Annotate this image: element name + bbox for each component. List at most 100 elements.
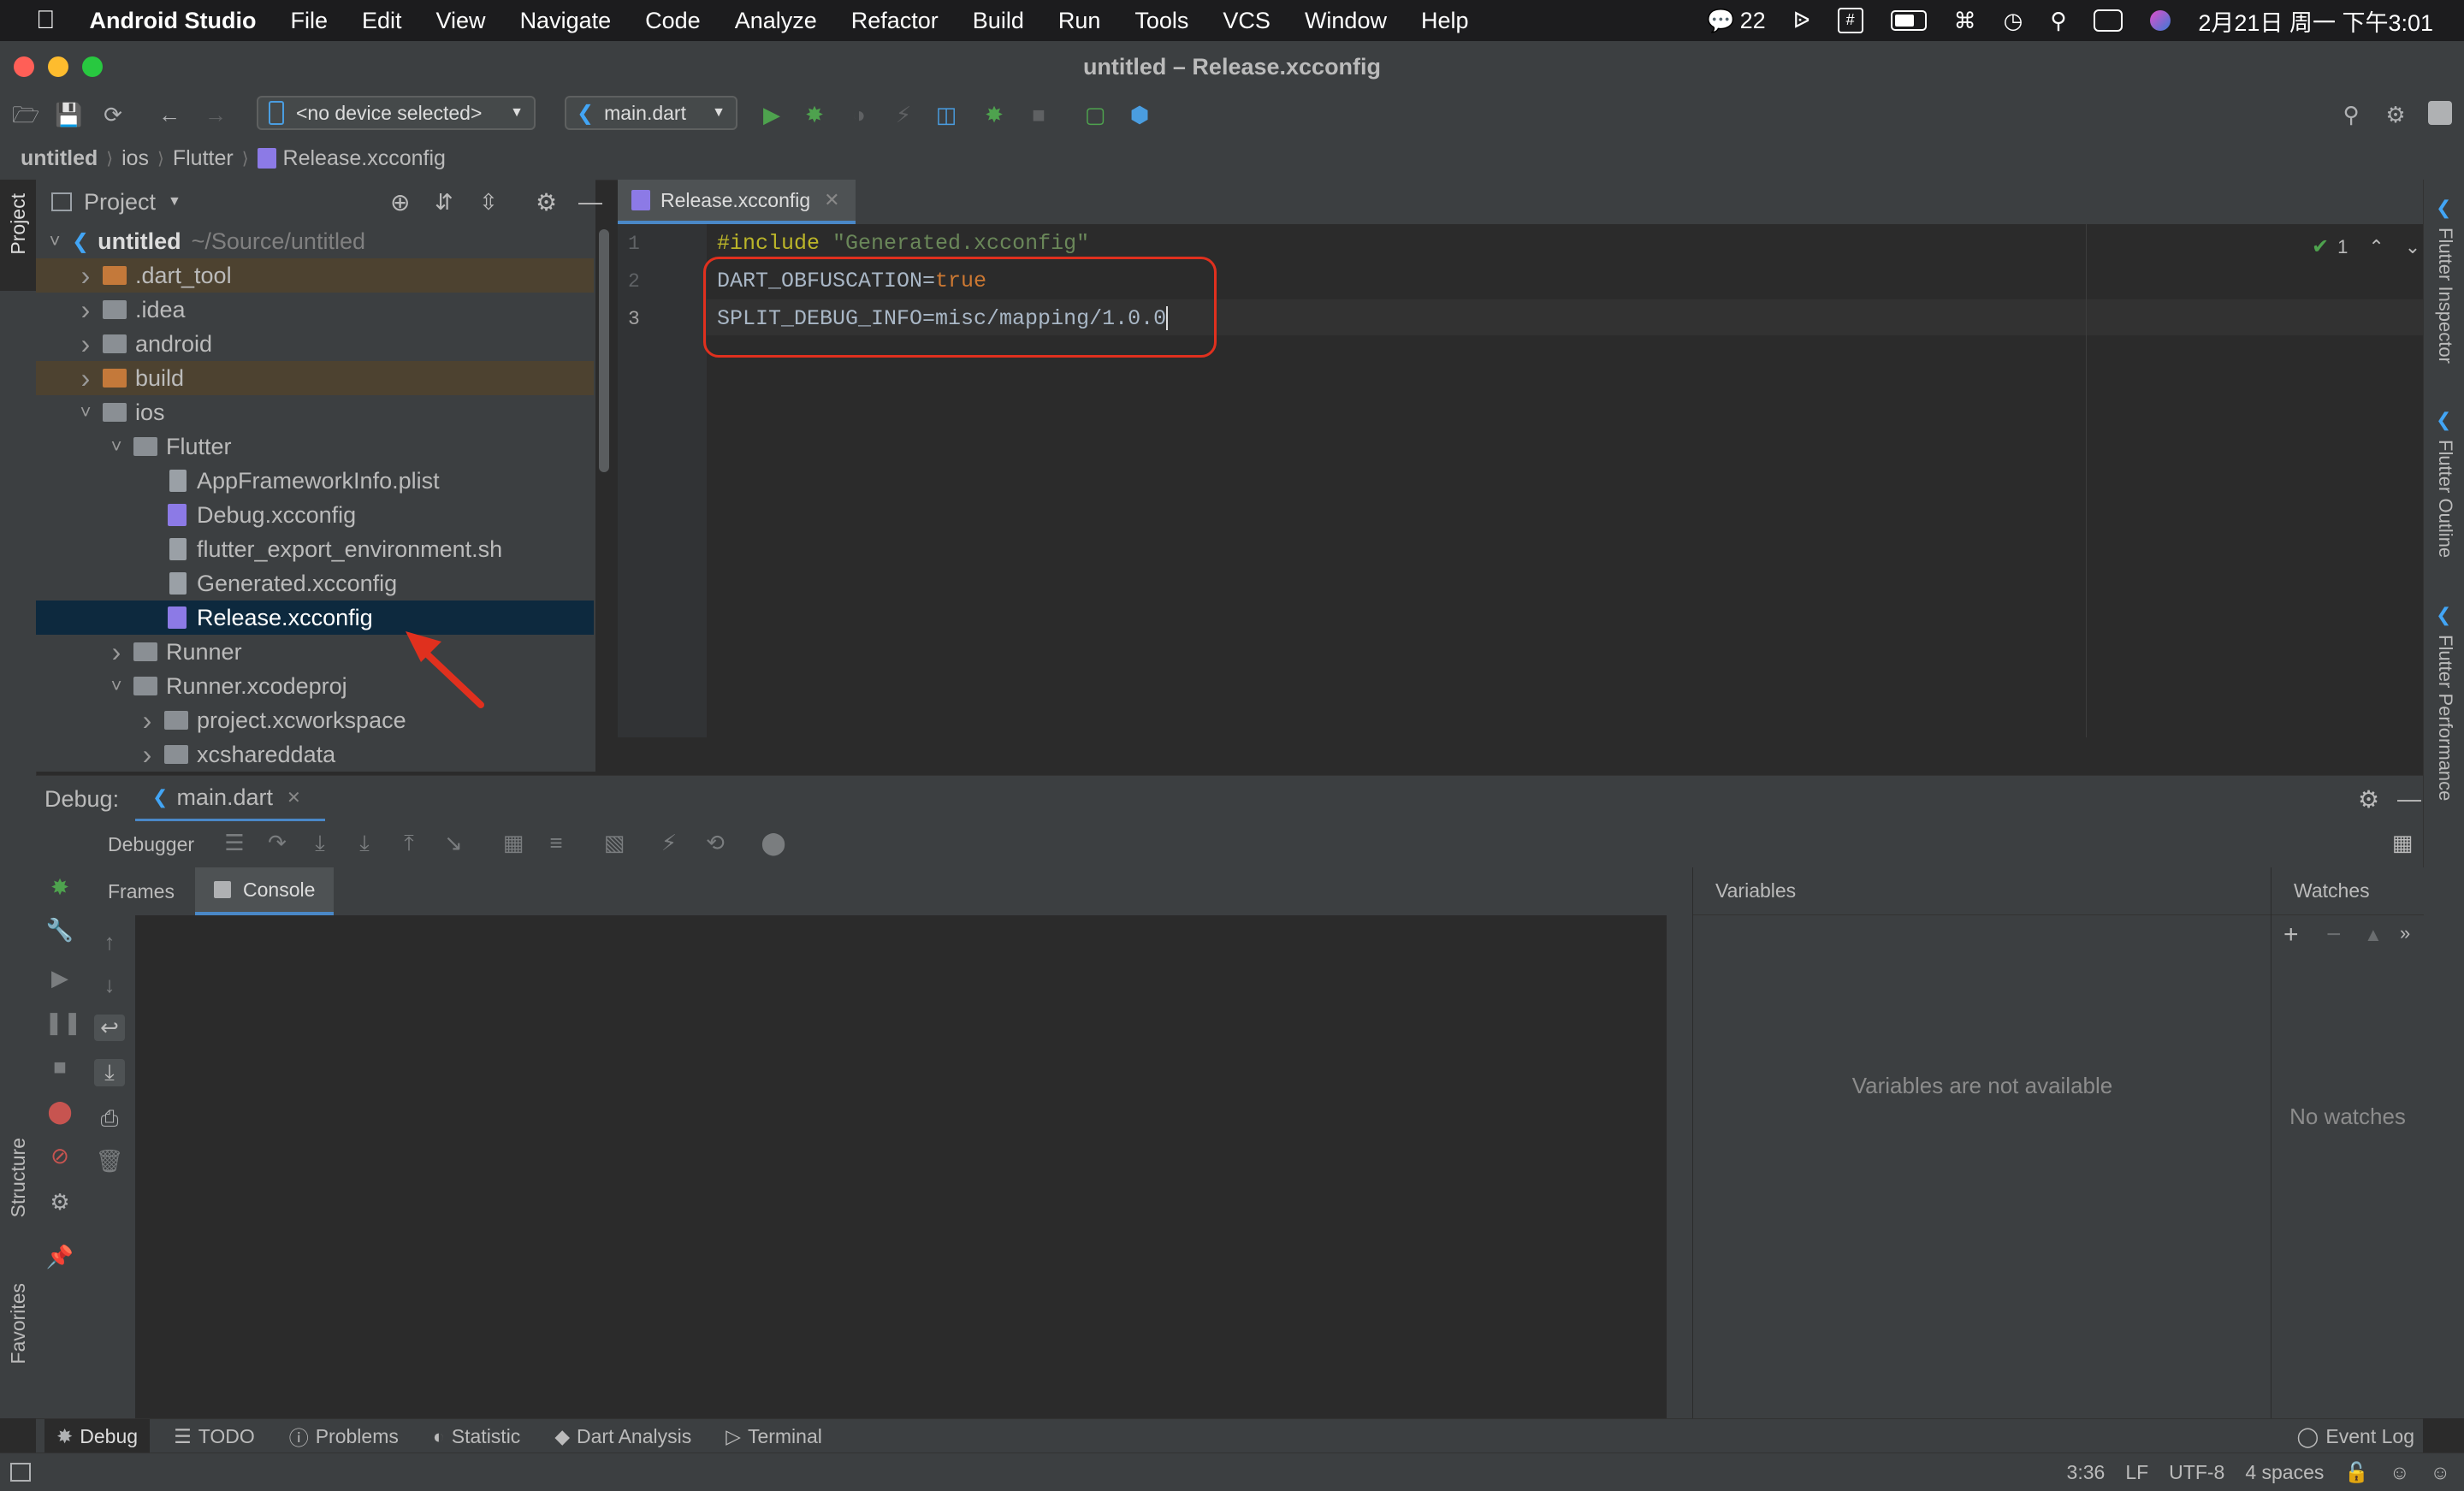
project-view-selector[interactable]: Project	[84, 189, 156, 216]
menu-window[interactable]: Window	[1305, 8, 1387, 34]
coverage-icon[interactable]: ◑	[845, 101, 873, 128]
resume-icon[interactable]: ▶	[44, 965, 75, 991]
forward-icon[interactable]: →	[202, 101, 229, 128]
siri-icon[interactable]	[2150, 10, 2171, 31]
chevron-down-icon[interactable]: ▼	[168, 194, 181, 210]
sdk-manager-icon[interactable]: ⬢	[1126, 101, 1153, 128]
step-into-icon[interactable]: ⤓	[305, 830, 335, 857]
battery-icon[interactable]	[1890, 10, 1927, 31]
pause-icon[interactable]: ❚❚	[44, 1009, 82, 1036]
console-tab[interactable]: Console	[195, 867, 334, 915]
device-manager-icon[interactable]: ▢	[1081, 101, 1109, 128]
menu-tools[interactable]: Tools	[1134, 8, 1188, 34]
menu-run[interactable]: Run	[1058, 8, 1101, 34]
tool-debug[interactable]: ✸ Debug	[44, 1419, 151, 1453]
project-tree-scrollbar[interactable]	[599, 229, 609, 472]
menu-code[interactable]: Code	[645, 8, 701, 34]
down-arrow-icon[interactable]: ↓	[94, 972, 125, 998]
hot-reload-icon[interactable]: ⚡	[890, 101, 917, 128]
expand-all-icon[interactable]: ⇵	[435, 189, 453, 216]
menu-vcs[interactable]: VCS	[1223, 8, 1270, 34]
trace-icon[interactable]: ≡	[541, 830, 572, 856]
menu-build[interactable]: Build	[973, 8, 1024, 34]
tool-window-flutter-outline[interactable]: Flutter Outline	[2434, 440, 2456, 558]
pin-icon[interactable]: 📌	[44, 1244, 75, 1270]
breadcrumb-project[interactable]: untitled	[21, 146, 98, 171]
restore-layout-icon[interactable]: ▧	[599, 830, 630, 856]
print-icon[interactable]: ⎙	[94, 1105, 125, 1133]
wechat-status[interactable]: 💬 22	[1707, 8, 1765, 34]
close-tab-icon[interactable]: ✕	[287, 787, 301, 808]
caret-position[interactable]: 3:36	[2067, 1461, 2106, 1484]
show-execution-point-icon[interactable]: ☰	[219, 830, 250, 856]
chevron-down-icon[interactable]: ˅	[106, 435, 127, 458]
lock-icon[interactable]: 🔓	[2344, 1461, 2369, 1484]
step-out-icon[interactable]: ⤒	[394, 830, 424, 857]
file-encoding[interactable]: UTF-8	[2169, 1461, 2224, 1484]
time-machine-icon[interactable]: ◷	[2004, 8, 2023, 34]
tree-item[interactable]: › build	[36, 361, 594, 395]
close-tab-icon[interactable]: ✕	[824, 189, 839, 211]
console-scrollbar[interactable]	[1667, 915, 1692, 1418]
chevron-right-icon[interactable]: ›	[75, 260, 96, 292]
menu-navigate[interactable]: Navigate	[520, 8, 612, 34]
tool-todo[interactable]: ☰ TODO	[174, 1425, 255, 1448]
editor-tab-release-xcconfig[interactable]: Release.xcconfig ✕	[618, 180, 856, 224]
menu-view[interactable]: View	[436, 8, 486, 34]
settings-gear-icon[interactable]: ⚙	[2382, 101, 2409, 128]
sync-icon[interactable]: ⟳	[99, 101, 127, 128]
tool-window-structure[interactable]: Structure	[7, 1138, 30, 1217]
tool-window-favorites[interactable]: Favorites	[7, 1283, 30, 1364]
inspector-icon[interactable]: ☺	[2390, 1461, 2409, 1484]
tree-item[interactable]: Release.xcconfig	[36, 601, 594, 635]
debugger-tab[interactable]: Debugger	[108, 833, 194, 856]
code-line-1[interactable]: #include "Generated.xcconfig"	[717, 231, 1089, 256]
tree-item[interactable]: ˅ ❮ untitled ~/Source/untitled	[36, 224, 594, 258]
run-to-cursor-icon[interactable]: ↘	[438, 830, 469, 856]
view-breakpoints-icon[interactable]: ⬤	[44, 1098, 75, 1125]
chevron-right-icon[interactable]: ›	[75, 294, 96, 326]
tool-problems[interactable]: ⓘ Problems	[289, 1422, 399, 1451]
locate-file-icon[interactable]: ⊕	[390, 188, 410, 216]
hot-reload-icon[interactable]: ⚡	[654, 830, 684, 856]
attach-debugger-icon[interactable]: ✸	[980, 101, 1008, 128]
tool-window-project[interactable]: Project	[7, 193, 30, 255]
bluetooth-icon[interactable]: ᐉ	[1793, 8, 1810, 34]
open-devtools-icon[interactable]: ⬤	[758, 830, 789, 856]
chevron-down-icon[interactable]: ˅	[44, 230, 65, 252]
tool-terminal[interactable]: ▷ Terminal	[726, 1425, 822, 1448]
menu-help[interactable]: Help	[1421, 8, 1469, 34]
evaluate-expression-icon[interactable]: ▦	[498, 830, 529, 856]
tree-item[interactable]: ˅ Flutter	[36, 429, 594, 464]
hot-restart-icon[interactable]: ⟲	[700, 830, 731, 856]
search-everywhere-icon[interactable]: ⚲	[2337, 101, 2365, 128]
move-up-icon[interactable]: ▲	[2364, 924, 2383, 946]
chevron-down-icon[interactable]: ˅	[75, 401, 96, 423]
tree-item[interactable]: › Runner	[36, 635, 594, 669]
clear-all-icon[interactable]: 🗑	[94, 1148, 125, 1174]
menu-analyze[interactable]: Analyze	[735, 8, 817, 34]
tool-window-flutter-inspector[interactable]: Flutter Inspector	[2434, 228, 2456, 364]
clock-datetime[interactable]: 2月21日 周一 下午3:01	[2198, 4, 2433, 38]
breadcrumb-ios[interactable]: ios	[121, 146, 149, 171]
tree-item[interactable]: › project.xcworkspace	[36, 703, 594, 737]
spotlight-icon[interactable]: ⚲	[2050, 8, 2066, 34]
chevron-right-icon[interactable]: ›	[137, 739, 157, 771]
hide-panel-icon[interactable]: —	[2397, 785, 2421, 813]
chevron-up-icon[interactable]: ⌃	[2368, 236, 2384, 258]
step-over-icon[interactable]: ↷	[262, 830, 293, 856]
tool-window-flutter-performance[interactable]: Flutter Performance	[2434, 635, 2456, 801]
frames-tab[interactable]: Frames	[108, 880, 175, 903]
stop-icon[interactable]: ■	[44, 1054, 75, 1080]
tree-item[interactable]: › xcshareddata	[36, 737, 594, 772]
line-separator[interactable]: LF	[2125, 1461, 2148, 1484]
menu-edit[interactable]: Edit	[362, 8, 402, 34]
tree-item[interactable]: ˅ Runner.xcodeproj	[36, 669, 594, 703]
collapse-all-icon[interactable]: ⇳	[479, 189, 498, 216]
wrench-icon[interactable]: 🔧	[44, 917, 75, 944]
force-step-into-icon[interactable]: ⤓	[349, 830, 380, 857]
add-watch-icon[interactable]: +	[2283, 920, 2299, 950]
tree-item[interactable]: Debug.xcconfig	[36, 498, 594, 532]
tool-event-log[interactable]: ◯ Event Log	[2297, 1425, 2414, 1448]
chevron-down-icon[interactable]: ˅	[106, 675, 127, 697]
